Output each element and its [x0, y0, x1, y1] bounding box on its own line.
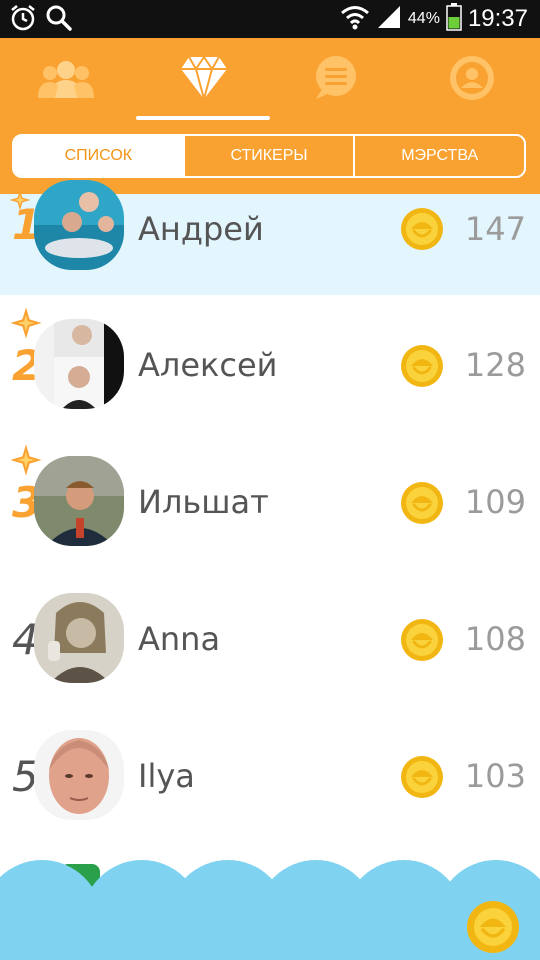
avatar: [34, 180, 124, 270]
cloud-decoration: [0, 860, 540, 960]
chat-icon: [312, 55, 360, 105]
tab-list[interactable]: СПИСОК: [14, 136, 183, 176]
player-score: 147: [464, 210, 526, 248]
active-tab-indicator: [136, 116, 270, 120]
player-name: Ильшат: [138, 483, 269, 521]
nav-profile[interactable]: [442, 54, 502, 106]
people-icon: [38, 56, 94, 104]
avatar: [34, 319, 124, 409]
nav-gifts[interactable]: [174, 54, 234, 106]
nav-messages[interactable]: [306, 54, 366, 106]
coin-fab-button[interactable]: [466, 900, 520, 954]
tab-stickers[interactable]: СТИКЕРЫ: [182, 136, 354, 176]
battery-icon: [446, 3, 462, 35]
user-icon: [448, 54, 496, 106]
coin-icon: [400, 207, 444, 251]
list-item[interactable]: 1 Андрей 147: [0, 180, 540, 295]
alarm-icon: [10, 4, 36, 36]
segment-tabs: СПИСОК СТИКЕРЫ МЭРСТВА: [12, 134, 526, 178]
avatar: [34, 730, 124, 820]
clock: 19:37: [467, 5, 528, 32]
player-score: 109: [464, 483, 526, 521]
list-item[interactable]: 5 Ilya 103: [0, 706, 540, 843]
wifi-icon: [340, 4, 370, 34]
coin-icon: [400, 481, 444, 525]
nav-friends[interactable]: [36, 54, 96, 106]
player-score: 108: [464, 620, 526, 658]
player-name: Anna: [138, 620, 221, 658]
player-name: Андрей: [138, 210, 264, 248]
player-score: 128: [464, 346, 526, 384]
leaderboard-list: 1 Андрей 147 2 Алексей 128 3 Ильшат 109 …: [0, 180, 540, 843]
list-item[interactable]: 3 Ильшат 109: [0, 432, 540, 569]
list-item[interactable]: 4 Anna 108: [0, 569, 540, 706]
avatar: [34, 456, 124, 546]
avatar: [34, 593, 124, 683]
signal-icon: [376, 4, 402, 34]
app-header: СПИСОК СТИКЕРЫ МЭРСТВА: [0, 38, 540, 194]
tab-mercy[interactable]: МЭРСТВА: [353, 136, 524, 176]
list-item[interactable]: 2 Алексей 128: [0, 295, 540, 432]
battery-percentage: 44%: [407, 10, 440, 27]
status-bar: 44% 19:37: [0, 0, 540, 38]
player-name: Ilya: [138, 757, 195, 795]
search-icon[interactable]: [46, 5, 72, 35]
coin-icon: [400, 618, 444, 662]
player-score: 103: [464, 757, 526, 795]
coin-icon: [400, 755, 444, 799]
player-name: Алексей: [138, 346, 278, 384]
diamond-icon: [179, 55, 229, 105]
coin-icon: [400, 344, 444, 388]
